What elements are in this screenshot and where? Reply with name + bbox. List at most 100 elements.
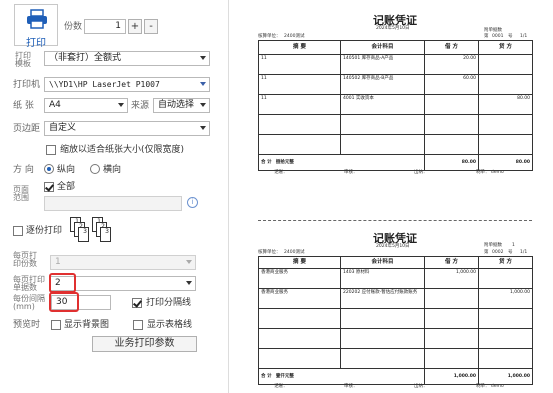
cell-summary: 香港商业服务 (258, 288, 341, 309)
preview-label: 预览时 (13, 320, 41, 330)
chevron-down-icon (200, 56, 206, 60)
spacing-highlight (49, 292, 79, 312)
paper-select[interactable]: A4 (44, 98, 128, 113)
print-settings-panel: 打印 份数 1 + - 打印模板 （非套打）全额式 打印机 \\YD1\HP L… (0, 0, 222, 393)
total-row: 合 计 壹仟元整 1,000.00 1,000.00 (258, 368, 533, 385)
margin-label: 页边距 (13, 124, 41, 134)
show-gridlines-checkbox[interactable] (133, 320, 143, 330)
cell-summary (258, 134, 341, 155)
copies-input[interactable]: 1 (84, 19, 126, 34)
page-range-label: 页面范围 (13, 185, 29, 202)
cell-account: 4001 实收资本 (340, 94, 425, 115)
collate-page-6: 3 (100, 227, 111, 242)
show-background-checkbox[interactable] (51, 320, 61, 330)
printer-icon (27, 9, 47, 29)
copies-plus-button[interactable]: + (128, 19, 142, 34)
business-print-params-button[interactable]: 业务打印参数 (92, 336, 197, 352)
voucher-date: 2024年5月10日 (376, 244, 410, 249)
printer-label: 打印机 (13, 80, 41, 90)
collate-page-3: 3 (78, 227, 89, 242)
cell-summary: 香港商业服务 (258, 268, 341, 289)
collate-pages-icon: 1 2 3 1 2 3 (70, 217, 136, 245)
template-label: 打印模板 (15, 51, 31, 68)
cell-credit (478, 74, 533, 95)
template-select[interactable]: （非套打）全额式 (44, 51, 210, 66)
cell-credit (478, 328, 533, 349)
chevron-down-icon (200, 126, 206, 130)
collate-checkbox[interactable] (13, 226, 23, 236)
cell-debit: 1,000.00 (424, 268, 479, 289)
total-cell: 合 计 捌拾元整 (258, 154, 425, 171)
footer-cashier: 出纳： (414, 170, 428, 175)
landscape-label: 横向 (103, 165, 122, 175)
source-label: 来源 (131, 101, 150, 111)
cell-debit (424, 94, 479, 115)
total-words: 捌拾元整 (275, 160, 294, 165)
margin-select[interactable]: 自定义 (44, 121, 210, 136)
footer-reviewer: 审核： (344, 384, 358, 389)
total-row: 合 计 捌拾元整 80.00 80.00 (258, 154, 533, 171)
all-pages-checkbox[interactable] (44, 182, 54, 192)
voucher-page: 1/1 (520, 34, 528, 39)
printer-select[interactable]: \\YD1\HP LaserJet P1007 (44, 77, 210, 92)
fit-width-checkbox[interactable] (46, 145, 56, 155)
voucher-no-value: 0001 (492, 34, 504, 39)
voucher-no-suffix: 号 (508, 250, 513, 255)
total-cell: 合 计 壹仟元整 (258, 368, 425, 385)
attach-label: 附单据数 (484, 28, 502, 33)
cell-summary: 11 (258, 54, 341, 75)
table-row (258, 134, 533, 155)
portrait-radio[interactable] (44, 164, 54, 174)
table-row: 11 140502 库存商品-B产品 60.00 (258, 74, 533, 95)
footer-reviewer: 审核： (344, 170, 358, 175)
margin-select-value: 自定义 (49, 123, 77, 133)
info-icon[interactable]: i (187, 197, 198, 208)
copies-minus-button[interactable]: - (144, 19, 158, 34)
cell-account: 220202 应付账款-暂估应付账款账务 (340, 288, 425, 309)
cell-account (340, 348, 425, 369)
cell-credit (478, 268, 533, 289)
header-debit: 借 方 (424, 256, 479, 269)
cell-credit (478, 134, 533, 155)
voucher-page: 1/1 (520, 250, 528, 255)
chevron-down-icon (118, 103, 124, 107)
voucher-no-label: 第 (484, 250, 489, 255)
voucher-no-value: 0002 (492, 250, 504, 255)
total-credit: 1,000.00 (478, 368, 533, 385)
paper-label: 纸 张 (13, 101, 34, 111)
per-page-copies-select[interactable]: 1 (50, 255, 196, 270)
cell-credit (478, 54, 533, 75)
cell-account (340, 134, 425, 155)
header-credit: 贷 方 (478, 40, 533, 55)
print-preview-pane: 记账凭证 2024年5月10日 核算单位： 2400测试 附单据数 第 0001… (228, 0, 553, 393)
cell-debit (424, 328, 479, 349)
cell-credit (478, 348, 533, 369)
total-credit: 80.00 (478, 154, 533, 171)
footer-bookkeeper: 记账： (274, 384, 288, 389)
all-pages-label: 全部 (57, 182, 76, 192)
cell-debit (424, 114, 479, 135)
voucher-2: 记账凭证 2024年5月10日 核算单位： 2400测试 附单据数 1 第 00… (258, 228, 533, 393)
fit-width-label: 缩放以适合纸张大小(仅限宽度) (60, 145, 185, 155)
voucher-1: 记账凭证 2024年5月10日 核算单位： 2400测试 附单据数 第 0001… (258, 8, 533, 213)
per-page-copies-label: 每页打印份数 (13, 251, 37, 268)
paper-select-value: A4 (49, 100, 61, 110)
voucher-table: 摘 要 会计科目 借 方 贷 方 香港商业服务 1403 原材料 1,000.0… (258, 256, 533, 385)
cell-debit (424, 134, 479, 155)
print-button[interactable]: 打印 (14, 4, 58, 49)
total-words: 壹仟元整 (275, 374, 294, 379)
attach-label: 附单据数 (484, 243, 502, 248)
header-debit: 借 方 (424, 40, 479, 55)
page-range-input[interactable] (44, 196, 182, 211)
header-summary: 摘 要 (258, 40, 341, 55)
landscape-radio[interactable] (90, 164, 100, 174)
source-select[interactable]: 自动选择 (153, 98, 210, 113)
header-account: 会计科目 (340, 256, 425, 269)
printer-select-value: \\YD1\HP LaserJet P1007 (49, 80, 160, 89)
print-divider-checkbox[interactable] (132, 298, 142, 308)
table-row (258, 114, 533, 135)
unit-label: 核算单位： (258, 250, 281, 255)
per-page-copies-value: 1 (55, 257, 61, 267)
header-account: 会计科目 (340, 40, 425, 55)
cell-credit (478, 114, 533, 135)
